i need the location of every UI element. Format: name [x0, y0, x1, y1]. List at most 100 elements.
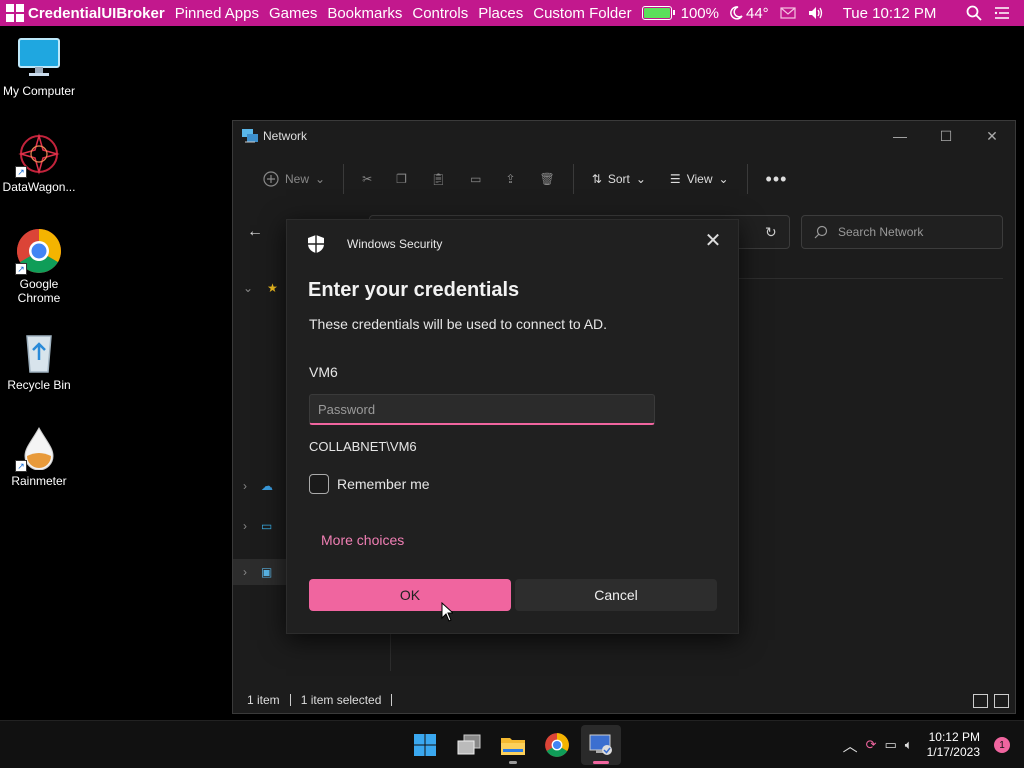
network-icon: ▣	[261, 565, 273, 579]
trash-icon: 🗑︎	[539, 172, 555, 186]
tiles-view-icon[interactable]	[994, 694, 1009, 708]
new-label: New	[285, 172, 310, 186]
more-choices-link[interactable]: More choices	[321, 532, 404, 548]
shortcut-arrow-icon: ↗	[15, 166, 27, 178]
file-explorer-taskbar-button[interactable]	[493, 725, 533, 765]
view-button[interactable]: ☰ View ⌄	[658, 172, 741, 186]
chevron-right-icon: ›	[243, 519, 247, 533]
desktop-icon-google-chrome[interactable]: ↗ Google Chrome	[0, 229, 78, 305]
running-indicator	[509, 761, 517, 764]
shortcut-arrow-icon: ↗	[15, 263, 27, 275]
menubar-item-controls[interactable]: Controls	[407, 5, 473, 22]
taskbar-apps	[405, 725, 621, 765]
menubar-item-pinned-apps[interactable]: Pinned Apps	[170, 5, 264, 22]
cancel-button[interactable]: Cancel	[515, 579, 717, 611]
recycle-bin-icon	[17, 330, 61, 374]
menubar-item-places[interactable]: Places	[473, 5, 528, 22]
share-icon: ⇪	[505, 172, 516, 186]
sidebar-item-onedrive[interactable]: › ☁	[243, 479, 273, 493]
view-toggle	[973, 694, 1009, 708]
mail-icon[interactable]	[774, 7, 802, 19]
menubar-datetime[interactable]: Tue 10:12 PM	[838, 5, 942, 22]
dialog-header: Windows Security	[307, 234, 442, 254]
desktop-icon-datawagon[interactable]: ↗ DataWagon...	[0, 132, 78, 194]
start-button[interactable]	[405, 725, 445, 765]
active-indicator	[593, 761, 609, 764]
sidebar-item-quick-access[interactable]: ⌄ ★	[243, 281, 278, 295]
sidebar-item-this-pc[interactable]: › ▭	[243, 519, 272, 533]
weather-status[interactable]: 44°	[724, 5, 774, 22]
close-icon[interactable]: ✕	[702, 228, 724, 253]
status-bar: 1 item 1 item selected	[247, 693, 393, 707]
credential-broker-taskbar-button[interactable]	[581, 725, 621, 765]
details-view-icon[interactable]	[973, 694, 988, 708]
network-icon	[242, 129, 258, 143]
sort-button[interactable]: ⇅ Sort ⌄	[580, 172, 658, 186]
remember-me-checkbox[interactable]	[309, 474, 329, 494]
monitor-icon	[17, 36, 61, 80]
sort-label: Sort	[607, 172, 630, 186]
volume-icon[interactable]	[802, 6, 830, 20]
windows-start-icon	[414, 734, 436, 756]
network-tray-icon[interactable]: ▭	[885, 737, 897, 753]
menubar-item-custom-folder[interactable]: Custom Folder	[528, 5, 636, 22]
ok-button[interactable]: OK	[309, 579, 511, 611]
shortcut-arrow-icon: ↗	[15, 460, 27, 472]
explorer-titlebar[interactable]: Network — ☐ ✕	[233, 121, 1015, 151]
cut-button[interactable]: ✂	[350, 172, 384, 186]
desktop-icon-my-computer[interactable]: My Computer	[0, 36, 78, 98]
refresh-icon[interactable]: ↻	[765, 224, 777, 241]
share-button[interactable]: ⇪	[493, 172, 527, 186]
new-button[interactable]: New ⌄	[251, 171, 337, 187]
desktop-icon-label: Recycle Bin	[7, 378, 71, 392]
speaker-icon[interactable]: 🔈︎	[905, 737, 913, 753]
taskbar-clock[interactable]: 10:12 PM 1/17/2023	[927, 730, 980, 760]
menubar-item-bookmarks[interactable]: Bookmarks	[322, 5, 407, 22]
weather-temp: 44°	[746, 4, 769, 22]
dialog-header-title: Windows Security	[347, 237, 443, 251]
windows-logo-icon[interactable]	[6, 4, 24, 22]
password-field[interactable]	[309, 394, 655, 425]
view-label: View	[686, 172, 713, 186]
domain-user-label: COLLABNET\VM6	[309, 439, 417, 454]
status-separator	[391, 694, 393, 706]
desktop-icon-recycle-bin[interactable]: Recycle Bin	[0, 330, 78, 392]
star-icon: ★	[267, 281, 278, 295]
toolbar-divider	[572, 164, 574, 194]
search-icon[interactable]	[960, 5, 988, 21]
copy-button[interactable]: ❐	[384, 172, 419, 186]
clock-date: 1/17/2023	[926, 745, 980, 759]
sort-icon: ⇅	[591, 172, 602, 186]
paste-button[interactable]: 📋︎	[419, 172, 458, 186]
menubar-app-name[interactable]: CredentialUIBroker	[24, 5, 170, 22]
battery-icon	[641, 6, 675, 20]
task-view-button[interactable]	[449, 725, 489, 765]
dialog-title: Enter your credentials	[308, 279, 520, 301]
remember-me-option[interactable]: Remember me	[309, 474, 430, 494]
credential-dialog: Windows Security ✕ Enter your credential…	[286, 219, 739, 634]
back-arrow-icon[interactable]: ←	[247, 223, 263, 241]
explorer-toolbar: New ⌄ ✂ ❐ 📋︎ ▭ ⇪ 🗑︎ ⇅ Sort ⌄ ☰ View ⌄ ••…	[233, 159, 1015, 199]
desktop-icon-rainmeter[interactable]: ↗ Rainmeter	[0, 426, 78, 488]
remember-me-label: Remember me	[337, 476, 430, 492]
rename-button[interactable]: ▭	[458, 172, 493, 186]
sync-icon[interactable]: ⟳	[866, 737, 877, 753]
maximize-button[interactable]: ☐	[923, 128, 969, 145]
desktop-icon-label: Google Chrome	[17, 277, 61, 305]
delete-button[interactable]: 🗑︎	[528, 172, 567, 186]
tray-overflow-chevron-icon[interactable]: ︿	[843, 735, 858, 756]
menubar-item-games[interactable]: Games	[264, 5, 322, 22]
mouse-cursor-icon	[441, 602, 453, 622]
search-network-field[interactable]: Search Network	[801, 215, 1003, 249]
chevron-down-icon: ⌄	[635, 172, 646, 186]
rename-icon: ▭	[470, 172, 482, 186]
menu-list-icon[interactable]	[988, 6, 1016, 20]
chevron-right-icon: ›	[243, 565, 247, 579]
battery-status[interactable]: 100%	[637, 5, 724, 22]
battery-percent: 100%	[680, 4, 719, 22]
more-options-button[interactable]: •••	[754, 169, 800, 190]
chrome-taskbar-button[interactable]	[537, 725, 577, 765]
close-button[interactable]: ✕	[969, 128, 1015, 145]
minimize-button[interactable]: —	[877, 128, 923, 145]
notification-badge[interactable]: 1	[994, 737, 1010, 753]
